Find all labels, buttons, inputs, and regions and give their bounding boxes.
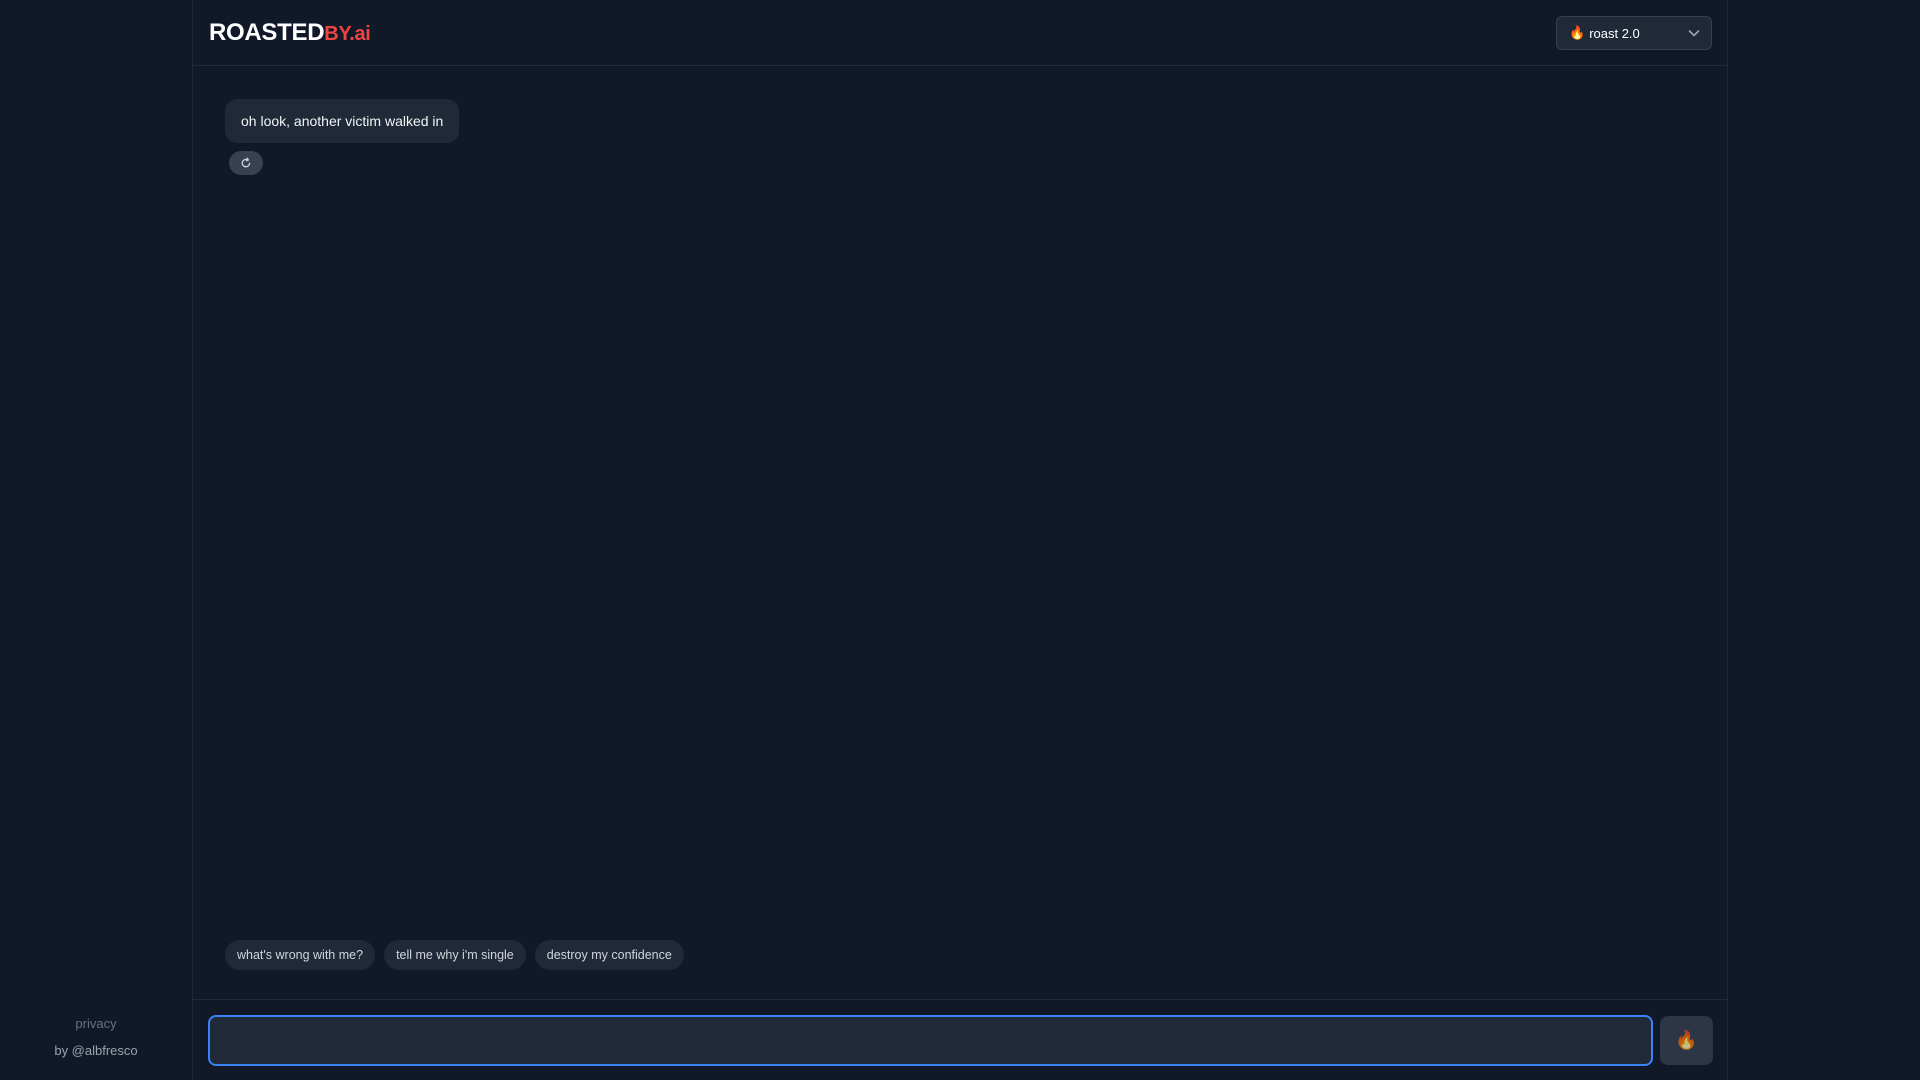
suggestion-chip[interactable]: tell me why i'm single xyxy=(384,940,526,970)
model-selector[interactable]: 🔥 roast 2.0 xyxy=(1556,16,1712,50)
brand-logo: ROASTEDBY.ai xyxy=(209,19,371,47)
brand-name-sub: BY.ai xyxy=(324,23,371,45)
chevron-down-icon xyxy=(1688,30,1700,37)
author-credit-link[interactable]: by @albfresco xyxy=(0,1043,192,1058)
sidebar-footer: privacy by @albfresco xyxy=(0,1016,192,1058)
suggestion-chip[interactable]: destroy my confidence xyxy=(534,940,684,970)
fire-icon: 🔥 xyxy=(1675,1030,1698,1050)
privacy-link[interactable]: privacy xyxy=(0,1016,192,1031)
message-list: oh look, another victim walked in xyxy=(225,99,460,175)
message-input[interactable] xyxy=(208,1015,1653,1066)
left-rail: privacy by @albfresco xyxy=(0,0,192,1080)
regenerate-button[interactable] xyxy=(229,151,263,175)
refresh-icon xyxy=(241,157,251,168)
suggestion-chips: what's wrong with me? tell me why i'm si… xyxy=(225,940,684,970)
assistant-message: oh look, another victim walked in xyxy=(225,99,460,143)
fire-icon: 🔥 xyxy=(1569,25,1586,40)
send-button[interactable]: 🔥 xyxy=(1660,1016,1713,1065)
brand-name-main: ROASTED xyxy=(209,19,325,46)
model-selector-value: roast 2.0 xyxy=(1589,25,1640,41)
suggestion-chip[interactable]: what's wrong with me? xyxy=(225,940,376,970)
composer: 🔥 xyxy=(193,999,1727,1080)
chat-panel: ROASTEDBY.ai 🔥 roast 2.0 oh look, anothe… xyxy=(192,0,1728,1080)
header: ROASTEDBY.ai 🔥 roast 2.0 xyxy=(193,0,1727,66)
